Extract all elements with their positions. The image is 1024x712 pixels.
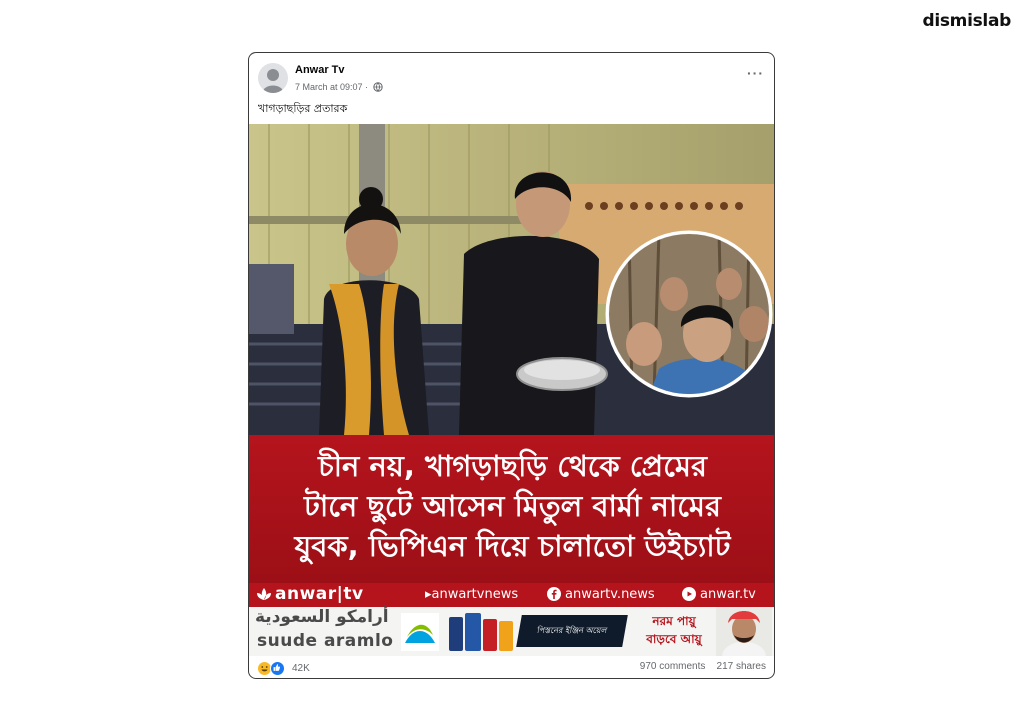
reaction-count: 42K [292, 663, 310, 674]
youtube-icon [682, 587, 696, 605]
post-header: Anwar Tv 7 March at 09:07 · ··· [249, 53, 774, 101]
engagement-stats: 970 comments 217 shares [640, 661, 766, 672]
headline-line-2: টানে ছুটে আসেন মিতুল বার্মা নামের [304, 489, 721, 523]
author-name[interactable]: Anwar Tv [295, 64, 345, 76]
ad-brand-text: suude aramlo [257, 631, 394, 651]
facebook-handle: anwartv.news [565, 587, 655, 602]
more-options-icon[interactable]: ··· [747, 65, 764, 81]
shares-count-link[interactable]: 217 shares [717, 661, 766, 672]
ad-person-image [716, 607, 772, 656]
ad-slogan: নরম পায়ু বাড়বে আয়ু [635, 612, 713, 648]
ad-banner: أرامكو السعودية suude aramlo পিস্তনের ইঞ… [249, 607, 774, 656]
news-photo [249, 124, 774, 435]
aramco-logo-icon [401, 613, 439, 651]
headline-line-1: চীন নয়, খাগড়াছড়ি থেকে প্রেমের [318, 449, 707, 483]
like-icon [270, 661, 285, 676]
lotus-logo-icon [255, 586, 273, 606]
ad-strip-text: পিস্তনের ইঞ্জিন অয়েল [516, 615, 628, 647]
post-meta: 7 March at 09:07 · [295, 82, 383, 94]
ad-slogan-line-1: নরম পায়ু [652, 614, 696, 628]
headline-line-3: যুবক, ভিপিএন দিয়ে চালাতো উইচ্যাট [294, 529, 731, 563]
globe-icon [372, 82, 383, 94]
facebook-post-card: Anwar Tv 7 March at 09:07 · ··· খাগড়াছড… [248, 52, 775, 679]
reaction-summary[interactable]: 42K [258, 661, 310, 676]
ad-arabic-text: أرامكو السعودية [255, 607, 389, 627]
post-image[interactable]: চীন নয়, খাগড়াছড়ি থেকে প্রেমের টানে ছু… [249, 124, 774, 656]
avatar[interactable] [258, 63, 288, 93]
website-handle: anwar.tv [700, 587, 756, 602]
oil-bottles-icon [449, 613, 513, 651]
youtube-handle: ▸anwartvnews [425, 587, 519, 602]
ad-slogan-line-2: বাড়বে আয়ু [646, 632, 702, 646]
headline-text: চীন নয়, খাগড়াছড়ি থেকে প্রেমের টানে ছু… [249, 446, 774, 566]
brand-bar: anwar|tv ▸anwartvnews anwartv.news anwar… [249, 583, 774, 607]
post-caption: খাগড়াছড়ির প্রতারক [258, 102, 348, 115]
post-timestamp[interactable]: 7 March at 09:07 · [295, 82, 368, 92]
post-footer: 42K 970 comments 217 shares [249, 656, 774, 678]
dismislab-watermark: dismislab [922, 11, 1011, 31]
anwar-tv-logo: anwar|tv [275, 584, 364, 604]
comments-count-link[interactable]: 970 comments [640, 661, 706, 672]
facebook-icon [547, 587, 561, 605]
